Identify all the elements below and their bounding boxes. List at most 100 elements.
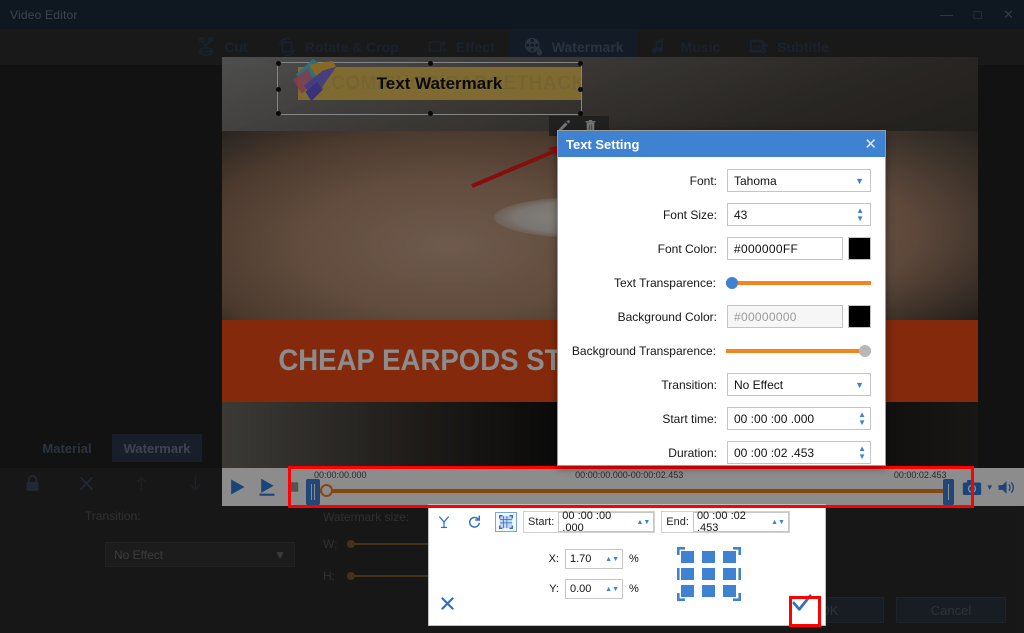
dialog-transition-value: No Effect <box>734 378 783 392</box>
watermark-text: Text Watermark <box>377 74 503 94</box>
dialog-body: Font: Tahoma ▼ Font Size: 43 ▲▼ Font Col… <box>558 157 885 464</box>
transition-value: No Effect <box>114 548 163 562</box>
snapshot-caret-icon[interactable]: ▾ <box>987 482 992 493</box>
camera-icon[interactable] <box>962 479 982 496</box>
speaker-icon[interactable] <box>997 479 1016 496</box>
width-label: W: <box>323 537 337 551</box>
dialog-close-icon[interactable]: ✕ <box>864 135 877 153</box>
resize-handle-tc[interactable] <box>428 61 433 66</box>
spinner-arrows-icon[interactable]: ▲▼ <box>605 557 619 562</box>
minimize-icon[interactable]: — <box>931 0 962 29</box>
resize-handle-mr[interactable] <box>578 87 583 92</box>
font-value: Tahoma <box>734 174 777 188</box>
subtitle-icon: SUB T <box>748 36 770 58</box>
background-transparence-slider[interactable] <box>726 345 871 357</box>
height-label: H: <box>323 569 337 583</box>
timeline-range-label: 00:00:00.000-00:00:02.453 <box>575 470 683 480</box>
font-color-swatch[interactable] <box>848 237 871 260</box>
stop-button[interactable] <box>282 480 304 494</box>
play-button[interactable] <box>222 477 252 497</box>
background-color-input[interactable]: #00000000 <box>727 305 843 328</box>
resize-handle-tl[interactable] <box>276 61 281 66</box>
position-xy-controls: X: 1.70 ▲▼ % Y: 0.00 ▲▼ % <box>547 549 639 609</box>
resize-handle-ml[interactable] <box>276 87 281 92</box>
rotate-refresh-icon[interactable] <box>459 510 489 534</box>
dialog-titlebar: Text Setting ✕ <box>558 131 885 157</box>
slider-handle[interactable] <box>859 345 871 357</box>
close-icon[interactable]: ✕ <box>993 0 1024 29</box>
toolbar-label-watermark: Watermark <box>552 39 624 55</box>
chevron-down-icon: ▼ <box>274 548 286 562</box>
spinner-arrows-icon[interactable]: ▲▼ <box>856 207 864 223</box>
timeline-playhead[interactable] <box>320 484 333 497</box>
window-controls: — □ ✕ <box>931 0 1024 29</box>
background-color-value: #00000000 <box>734 310 797 324</box>
timeline-progress-bar[interactable] <box>312 489 946 493</box>
tab-watermark[interactable]: Watermark <box>112 434 202 462</box>
anchor-grid-icon[interactable] <box>677 547 741 601</box>
cancel-button[interactable]: Cancel <box>896 597 1006 623</box>
slider-track <box>726 281 871 285</box>
slider-handle[interactable] <box>726 277 738 289</box>
end-time-field[interactable]: 00 :00 :02 .453 ▲▼ <box>693 512 789 532</box>
background-transparence-label: Background Transparence: <box>564 344 726 358</box>
y-input[interactable]: 0.00 ▲▼ <box>565 579 623 599</box>
timeline-track[interactable]: 00:00:00.000 00:00:00.000-00:00:02.453 0… <box>304 468 954 506</box>
position-confirm-button[interactable] <box>791 593 813 619</box>
watermark-list-actions <box>14 470 214 496</box>
font-color-input[interactable]: #000000FF <box>727 237 843 260</box>
resize-handle-bl[interactable] <box>276 111 281 116</box>
video-banner-text: CHEAP EARPODS ST <box>278 344 561 378</box>
start-time-field[interactable]: 00 :00 :00 .000 ▲▼ <box>558 512 654 532</box>
font-size-input[interactable]: 43 ▲▼ <box>727 203 871 226</box>
resize-handle-tr[interactable] <box>578 61 583 66</box>
close-icon[interactable] <box>69 470 105 496</box>
watermark-size-label: Watermark size: <box>323 510 409 524</box>
transition-select[interactable]: No Effect ▼ <box>105 542 295 567</box>
film-effect-icon <box>427 36 449 58</box>
background-transparence-row: Background Transparence: <box>564 339 871 362</box>
background-color-swatch[interactable] <box>848 305 871 328</box>
background-color-row: Background Color: #00000000 <box>564 305 871 328</box>
spinner-arrows-icon[interactable]: ▲▼ <box>771 520 785 525</box>
checkmark-icon <box>791 593 813 613</box>
grid-snap-icon[interactable] <box>495 512 517 532</box>
play-icon <box>227 477 247 497</box>
position-panel-toolbar: Start: 00 :00 :00 .000 ▲▼ End: 00 :00 :0… <box>429 509 825 535</box>
timeline-trim-start-handle[interactable] <box>306 479 320 505</box>
watermark-logo-icon <box>290 57 348 109</box>
move-up-icon[interactable] <box>123 470 159 496</box>
text-transparence-slider[interactable] <box>726 277 871 289</box>
dialog-start-time-input[interactable]: 00 :00 :00 .000 ▲▼ <box>727 407 871 430</box>
dialog-title: Text Setting <box>566 137 639 152</box>
duration-input[interactable]: 00 :00 :02 .453 ▲▼ <box>727 441 871 464</box>
playback-timeline: 00:00:00.000 00:00:00.000-00:00:02.453 0… <box>222 468 1024 506</box>
move-down-icon[interactable] <box>178 470 214 496</box>
background-color-label: Background Color: <box>564 310 727 324</box>
timeline-right-controls: ▾ <box>954 479 1024 496</box>
spinner-arrows-icon[interactable]: ▲▼ <box>858 445 866 461</box>
spinner-arrows-icon[interactable]: ▲▼ <box>605 587 619 592</box>
position-y-row: Y: 0.00 ▲▼ % <box>547 579 639 599</box>
lock-icon[interactable] <box>14 470 50 496</box>
timeline-trim-end-handle[interactable] <box>943 479 954 505</box>
font-select[interactable]: Tahoma ▼ <box>727 169 871 192</box>
end-time-label: End: <box>662 516 693 528</box>
filter-funnel-icon[interactable] <box>429 510 459 534</box>
play-segment-button[interactable] <box>252 477 282 497</box>
font-color-value: #000000FF <box>734 242 798 256</box>
spinner-arrows-icon[interactable]: ▲▼ <box>858 411 866 427</box>
dialog-transition-select[interactable]: No Effect ▼ <box>727 373 871 396</box>
font-color-label: Font Color: <box>564 242 727 256</box>
text-setting-dialog: Text Setting ✕ Font: Tahoma ▼ Font Size:… <box>557 130 886 466</box>
resize-handle-bc[interactable] <box>428 111 433 116</box>
font-size-label: Font Size: <box>564 208 727 222</box>
preview-left-rail <box>0 65 222 468</box>
position-cancel-button[interactable] <box>439 595 456 617</box>
tab-material[interactable]: Material <box>22 434 112 462</box>
maximize-icon[interactable]: □ <box>962 0 993 29</box>
spinner-arrows-icon[interactable]: ▲▼ <box>636 520 650 525</box>
watermark-selection-box[interactable]: BE.COM/SHOP/GADGETHACKSTV Text Watermark <box>277 62 582 115</box>
x-input[interactable]: 1.70 ▲▼ <box>565 549 623 569</box>
start-time-label: Start: <box>524 516 558 528</box>
